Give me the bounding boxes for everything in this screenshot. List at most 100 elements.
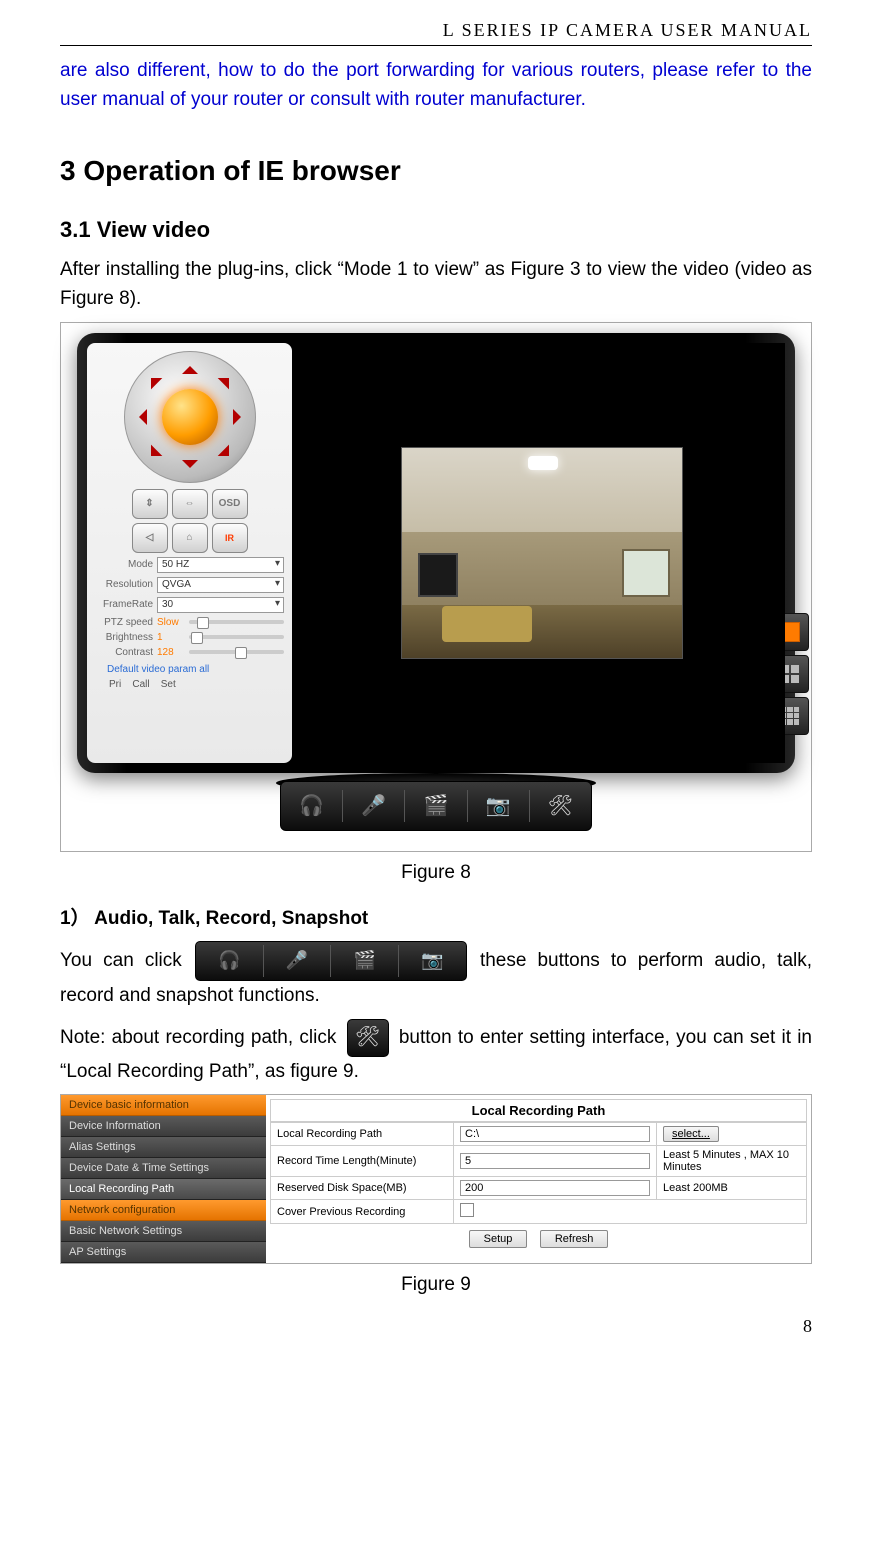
preset-call[interactable]: Call [132,679,149,690]
ptz-wheel[interactable] [124,351,256,483]
cover-previous-checkbox[interactable] [460,1203,474,1217]
ptz-up[interactable] [182,358,198,374]
home-icon[interactable]: ⌂ [172,523,208,553]
control-panel: ⇕ ⇔ OSD ◁ ⌂ IR Mode 50 HZ Resolution QVG… [87,343,292,763]
contrast-label: Contrast [95,647,153,658]
sidebar-head-network[interactable]: Network configuration [61,1200,266,1221]
sub1-line2: Note: about recording path, click 🛠 butt… [60,1019,812,1086]
preset-set[interactable]: Set [161,679,176,690]
prev-icon[interactable]: ◁ [132,523,168,553]
inline-settings-icon[interactable]: 🛠 [347,1019,389,1057]
figure-8-caption: Figure 8 [60,862,812,884]
sidebar-head-device-basic[interactable]: Device basic information [61,1095,266,1116]
row-label: Record Time Length(Minute) [271,1146,454,1177]
sub1-line1a: You can click [60,950,193,971]
ptz-down-left[interactable] [139,444,162,467]
resolution-label: Resolution [95,579,153,590]
snapshot-icon[interactable]: 📷 [412,946,452,976]
row-value-cell [454,1123,657,1146]
ptz-up-right[interactable] [217,366,240,389]
table-row: Local Recording Path select... [271,1123,807,1146]
select-path-button[interactable]: select... [663,1126,719,1142]
record-icon[interactable]: 🎬 [345,946,385,976]
local-path-input[interactable] [460,1126,650,1142]
reserved-disk-input[interactable] [460,1180,650,1196]
brightness-value: 1 [157,632,185,643]
ptz-right[interactable] [233,409,249,425]
monitor-frame: ⇕ ⇔ OSD ◁ ⌂ IR Mode 50 HZ Resolution QVG… [77,333,795,773]
flip-horizontal-icon[interactable]: ⇔ [172,489,208,519]
sidebar-item-alias[interactable]: Alias Settings [61,1137,266,1158]
table-row: Record Time Length(Minute) Least 5 Minut… [271,1146,807,1177]
audio-icon[interactable]: 🎧 [209,946,249,976]
settings-table: Local Recording Path select... Record Ti… [270,1122,807,1224]
refresh-button[interactable]: Refresh [540,1230,609,1248]
ptz-speed-label: PTZ speed [95,617,153,628]
video-frame [401,447,683,659]
default-params-link[interactable]: Default video param all [107,664,284,675]
row-value-cell [454,1200,807,1224]
ir-button[interactable]: IR [212,523,248,553]
brightness-label: Brightness [95,632,153,643]
section-3-1-title: 3.1 View video [60,217,812,243]
contrast-slider[interactable] [189,650,284,654]
settings-main: Local Recording Path Local Recording Pat… [266,1095,811,1263]
row-label: Local Recording Path [271,1123,454,1146]
brightness-slider[interactable] [189,635,284,639]
ptz-speed-value: Slow [157,617,185,628]
osd-button[interactable]: OSD [212,489,248,519]
mode-select[interactable]: 50 HZ [157,557,284,573]
row-label: Cover Previous Recording [271,1200,454,1224]
figure-9-caption: Figure 9 [60,1274,812,1296]
row-hint: Least 5 Minutes , MAX 10 Minutes [657,1146,807,1177]
flip-vertical-icon[interactable]: ⇕ [132,489,168,519]
setup-button[interactable]: Setup [469,1230,528,1248]
ptz-center-button[interactable] [162,389,218,445]
page-number: 8 [60,1316,812,1337]
table-row: Cover Previous Recording [271,1200,807,1224]
media-toolbar: 🎧 🎤 🎬 📷 🛠 [280,781,592,831]
ptz-speed-slider[interactable] [189,620,284,624]
ptz-up-left[interactable] [139,366,162,389]
resolution-select[interactable]: QVGA [157,577,284,593]
framerate-label: FrameRate [95,599,153,610]
ptz-down-right[interactable] [217,444,240,467]
row-label: Reserved Disk Space(MB) [271,1177,454,1200]
inline-media-toolbar: 🎧 🎤 🎬 📷 [195,941,467,981]
record-icon[interactable]: 🎬 [414,788,458,824]
talk-icon[interactable]: 🎤 [352,788,396,824]
sub1-title: 1） Audio, Talk, Record, Snapshot [60,904,812,933]
talk-icon[interactable]: 🎤 [277,946,317,976]
record-time-input[interactable] [460,1153,650,1169]
contrast-value: 128 [157,647,185,658]
body-text-after-install: After installing the plug-ins, click “Mo… [60,255,812,314]
page-header: L SERIES IP CAMERA USER MANUAL [60,20,812,46]
row-extra-cell: select... [657,1123,807,1146]
sidebar-item-basic-network[interactable]: Basic Network Settings [61,1221,266,1242]
sidebar-item-local-recording[interactable]: Local Recording Path [61,1179,266,1200]
figure-9: Device basic information Device Informat… [60,1094,812,1264]
framerate-select[interactable]: 30 [157,597,284,613]
sidebar-item-device-info[interactable]: Device Information [61,1116,266,1137]
row-value-cell [454,1177,657,1200]
sub1-line1: You can click 🎧 🎤 🎬 📷 these buttons to p… [60,941,812,1010]
preset-row: Pri Call Set [95,679,284,690]
video-area [298,343,785,763]
table-row: Reserved Disk Space(MB) Least 200MB [271,1177,807,1200]
figure-8: ⇕ ⇔ OSD ◁ ⌂ IR Mode 50 HZ Resolution QVG… [60,322,812,852]
sidebar-item-date-time[interactable]: Device Date & Time Settings [61,1158,266,1179]
snapshot-icon[interactable]: 📷 [476,788,520,824]
preset-pri[interactable]: Pri [109,679,121,690]
sidebar-item-ap-settings[interactable]: AP Settings [61,1242,266,1263]
row-value-cell [454,1146,657,1177]
panel-title: Local Recording Path [270,1099,807,1122]
sub1-line2a: Note: about recording path, click [60,1027,343,1048]
settings-icon[interactable]: 🛠 [538,788,582,824]
panel-button-row: Setup Refresh [270,1224,807,1248]
row-hint: Least 200MB [657,1177,807,1200]
section-3-title: 3 Operation of IE browser [60,155,812,187]
audio-icon[interactable]: 🎧 [290,788,334,824]
intro-paragraph: are also different, how to do the port f… [60,56,812,115]
ptz-left[interactable] [131,409,147,425]
ptz-down[interactable] [182,460,198,476]
